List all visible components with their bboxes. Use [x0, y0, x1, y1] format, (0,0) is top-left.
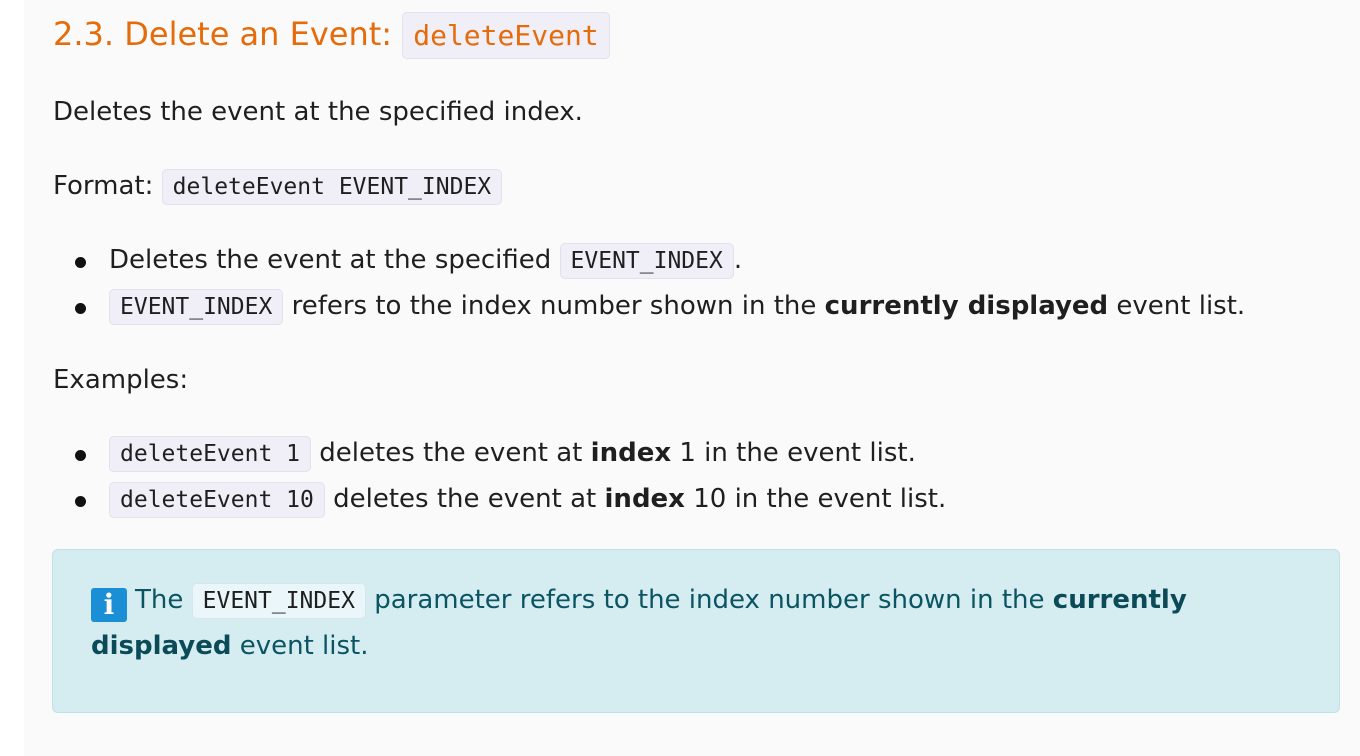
format-syntax-code: deleteEvent EVENT_INDEX: [161, 169, 503, 205]
list-item: EVENT_INDEX refers to the index number s…: [53, 284, 1245, 330]
format-line: Format: deleteEvent EVENT_INDEX: [53, 166, 503, 207]
callout-lead: The: [135, 585, 184, 615]
callout-tail: event list.: [239, 631, 369, 661]
callout-code: EVENT_INDEX: [191, 583, 366, 619]
section-heading: 2.3. Delete an Event: deleteEvent: [53, 10, 610, 60]
callout-body: parameter refers to the index number sho…: [374, 585, 1045, 615]
list-item: deleteEvent 1 deletes the event at index…: [53, 431, 946, 477]
detail-trailing: event list.: [1116, 291, 1246, 321]
heading-title: 2.3. Delete an Event:: [53, 15, 393, 53]
example-text: deletes the event at: [319, 438, 583, 468]
examples-list: deleteEvent 1 deletes the event at index…: [53, 431, 946, 523]
format-label: Format:: [53, 171, 154, 201]
list-item: Deletes the event at the specified EVENT…: [53, 238, 1245, 284]
example-code: deleteEvent 1: [109, 436, 312, 472]
example-bold: index: [590, 438, 672, 468]
detail-text: Deletes the event at the specified: [109, 245, 552, 275]
info-icon: i: [91, 588, 127, 622]
section-description: Deletes the event at the specified index…: [53, 92, 583, 132]
examples-label-text: Examples:: [53, 365, 189, 395]
list-item: deleteEvent 10 deletes the event at inde…: [53, 477, 946, 523]
details-list: Deletes the event at the specified EVENT…: [53, 238, 1245, 330]
detail-bold: currently displayed: [824, 291, 1109, 321]
detail-trailing: .: [733, 245, 743, 275]
example-text: deletes the event at: [333, 484, 597, 514]
detail-text: refers to the index number shown in the: [291, 291, 817, 321]
heading-command-code: deleteEvent: [402, 12, 610, 59]
description-text: Deletes the event at the specified index…: [53, 97, 583, 127]
example-trailing: 10 in the event list.: [693, 484, 947, 514]
example-code: deleteEvent 10: [109, 482, 325, 518]
example-trailing: 1 in the event list.: [679, 438, 916, 468]
examples-label: Examples:: [53, 360, 188, 400]
detail-code: EVENT_INDEX: [559, 243, 734, 279]
info-callout: i The EVENT_INDEX parameter refers to the…: [52, 549, 1340, 713]
detail-code: EVENT_INDEX: [109, 289, 284, 325]
callout-text: i The EVENT_INDEX parameter refers to the…: [91, 578, 1271, 669]
example-bold: index: [604, 484, 685, 514]
